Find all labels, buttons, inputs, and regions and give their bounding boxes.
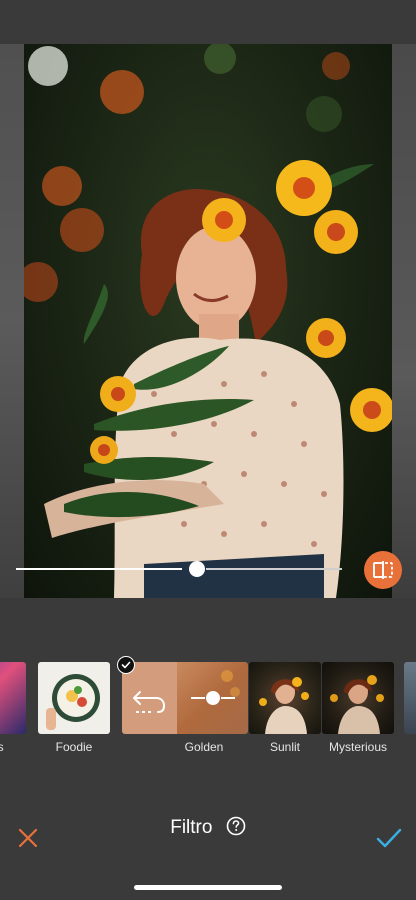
filter-item-foodie[interactable]: Foodie: [38, 660, 110, 760]
status-bar: [0, 0, 416, 44]
canvas-edge-right: [392, 44, 416, 598]
filter-thumbnail: [404, 662, 416, 734]
filter-thumbnail: [0, 662, 26, 734]
edited-photo[interactable]: [24, 44, 392, 598]
filter-label: Foodie: [55, 740, 93, 754]
filter-item-sunlit[interactable]: Sunlit: [249, 660, 321, 760]
photo-canvas[interactable]: [0, 44, 416, 598]
filter-item-mysterious[interactable]: Mysterious: [322, 660, 394, 760]
slider-track-empty: [206, 568, 342, 570]
compare-split-button[interactable]: [364, 551, 402, 589]
tool-title: Filtro: [0, 816, 416, 839]
filter-label: Golden: [184, 740, 224, 754]
filter-thumbnail: [322, 662, 394, 734]
tool-title-text: Filtro: [170, 817, 213, 838]
slider-thumb[interactable]: [189, 561, 205, 577]
home-indicator[interactable]: [134, 885, 282, 890]
photo-illustration: [24, 44, 392, 598]
golden-filter-controls[interactable]: [122, 662, 248, 734]
help-circle-icon: [226, 816, 246, 836]
filter-thumbnail: [38, 662, 110, 734]
selected-check-badge: [117, 656, 135, 674]
photo-editor-screen: nds Foodie Golden: [0, 0, 416, 900]
filter-item-trends[interactable]: nds: [0, 660, 26, 760]
slider-track-filled: [16, 568, 182, 570]
filter-thumbnail: [249, 662, 321, 734]
intensity-slider-icon: [191, 670, 240, 705]
filter-label: Mysterious: [328, 740, 387, 754]
golden-intensity-tile[interactable]: [177, 662, 248, 734]
filter-item-next[interactable]: [404, 660, 416, 760]
help-button[interactable]: [226, 816, 246, 836]
checkmark-icon: [121, 661, 131, 669]
compare-icon: [373, 561, 393, 579]
filter-intensity-slider[interactable]: [16, 560, 342, 578]
canvas-edge-left: [0, 44, 24, 598]
